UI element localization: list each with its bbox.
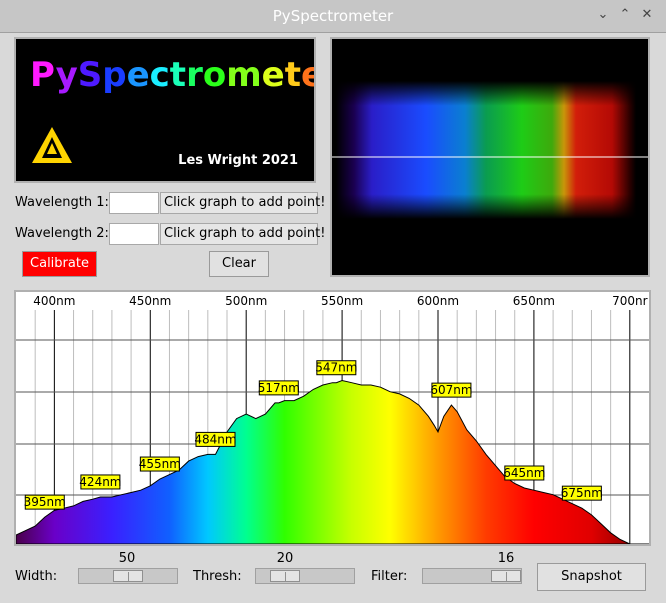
title-bar[interactable]: PySpectrometer ⌄ ⌃ ✕	[0, 0, 666, 33]
peak-label: 547nm	[315, 361, 357, 375]
app-logo-text: PySpectrometer	[30, 55, 314, 95]
snapshot-button[interactable]: Snapshot	[537, 563, 646, 591]
peak-label: 675nm	[561, 486, 603, 500]
filter-value: 16	[497, 551, 515, 566]
chevron-down-icon[interactable]: ⌄	[594, 6, 612, 24]
width-value: 50	[118, 551, 136, 566]
logo-panel: PySpectrometer Les Wright 2021	[14, 37, 316, 183]
peak-label: 455nm	[139, 457, 181, 471]
spectrum-graph[interactable]: 400nm 450nm 500nm 550nm 600nm 650nm 700nr 395nm…	[14, 290, 651, 546]
thresh-label: Thresh:	[193, 569, 242, 584]
x-tick-label: 400nm	[33, 294, 75, 308]
spectrum-preview-image	[332, 81, 648, 219]
wavelength2-hint: Click graph to add point!	[160, 223, 325, 245]
wavelength1-label: Wavelength 1:	[15, 195, 109, 210]
x-tick-label: 700nr	[612, 294, 648, 308]
warning-triangle-icon	[32, 127, 72, 163]
clear-button[interactable]: Clear	[209, 251, 269, 277]
peak-label: 484nm	[194, 432, 236, 446]
wavelength1-input[interactable]	[109, 192, 159, 214]
calibrate-button[interactable]: Calibrate	[22, 251, 97, 277]
wavelength2-input[interactable]	[109, 223, 159, 245]
wavelength1-hint: Click graph to add point!	[160, 192, 325, 214]
peak-label: 517nm	[258, 381, 300, 395]
peak-label: 607nm	[430, 383, 472, 397]
wavelength2-label: Wavelength 2:	[15, 226, 109, 241]
x-tick-label: 600nm	[417, 294, 459, 308]
camera-preview	[330, 37, 650, 277]
chevron-up-icon[interactable]: ⌃	[616, 6, 634, 24]
peak-label: 424nm	[79, 475, 121, 489]
close-icon[interactable]: ✕	[638, 6, 656, 24]
filter-slider[interactable]	[422, 568, 522, 584]
thresh-slider[interactable]	[255, 568, 355, 584]
thresh-slider-thumb[interactable]	[270, 570, 300, 582]
x-tick-label: 500nm	[225, 294, 267, 308]
spectrum-chart[interactable]: 400nm 450nm 500nm 550nm 600nm 650nm 700nr 395nm…	[16, 292, 649, 544]
x-tick-label: 550nm	[321, 294, 363, 308]
thresh-value: 20	[276, 551, 294, 566]
x-tick-label: 650nm	[513, 294, 555, 308]
spectrum-area	[16, 379, 649, 544]
width-slider[interactable]	[78, 568, 178, 584]
width-label: Width:	[15, 569, 58, 584]
author-credit: Les Wright 2021	[178, 153, 298, 168]
peak-label: 395nm	[24, 495, 66, 509]
filter-label: Filter:	[371, 569, 408, 584]
x-tick-label: 450nm	[129, 294, 171, 308]
width-slider-thumb[interactable]	[113, 570, 143, 582]
filter-slider-thumb[interactable]	[491, 570, 521, 582]
peak-label: 645nm	[503, 466, 545, 480]
window-title: PySpectrometer	[272, 7, 394, 25]
